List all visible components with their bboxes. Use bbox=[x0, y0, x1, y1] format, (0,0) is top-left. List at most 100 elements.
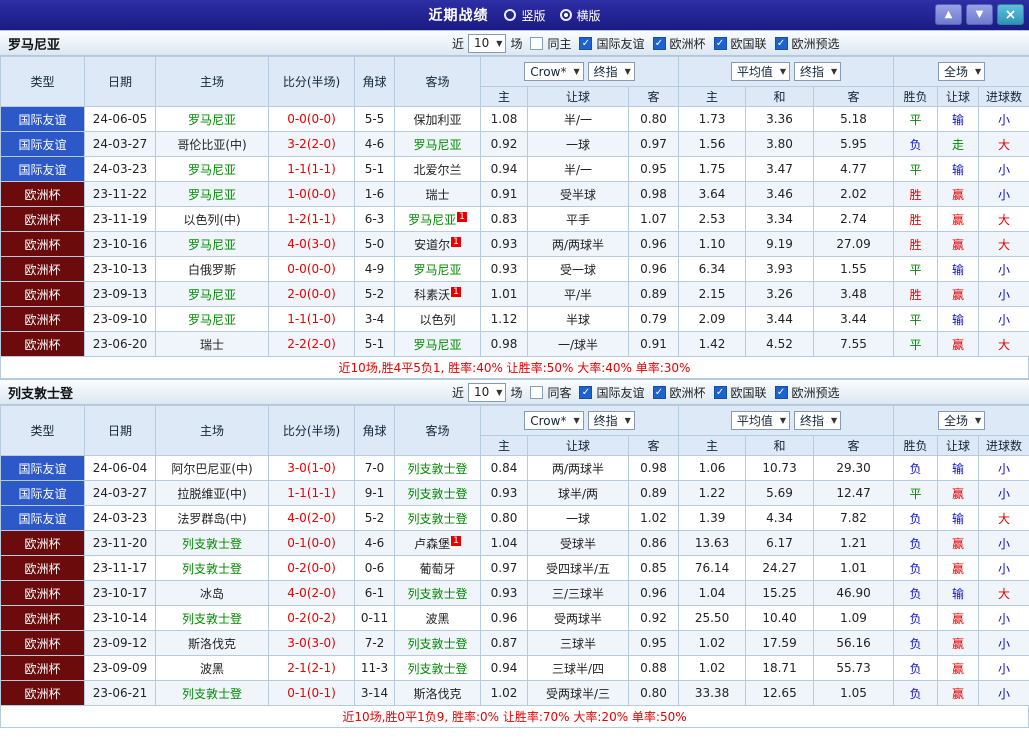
competition-checkbox[interactable] bbox=[579, 36, 593, 50]
home-team-name[interactable]: 冰岛 bbox=[200, 587, 224, 601]
away-team-name[interactable]: 卢森堡 bbox=[414, 537, 450, 551]
scroll-up-button[interactable]: ▲ bbox=[935, 4, 962, 25]
home-team-name[interactable]: 瑞士 bbox=[200, 338, 224, 352]
home-team-name[interactable]: 列支敦士登 bbox=[182, 562, 242, 576]
home-team-name[interactable]: 罗马尼亚 bbox=[188, 238, 236, 252]
avg-source-select[interactable]: 平均值 ▼ bbox=[730, 411, 791, 430]
same-venue-checkbox[interactable] bbox=[530, 385, 544, 399]
handicap-odds-home: 0.93 bbox=[480, 580, 528, 606]
close-button[interactable]: × bbox=[997, 4, 1024, 25]
home-team-name[interactable]: 罗马尼亚 bbox=[188, 313, 236, 327]
layout-radio-horizontal[interactable]: 横版 bbox=[559, 7, 601, 24]
home-team-name[interactable]: 列支敦士登 bbox=[182, 537, 242, 551]
away-team-name[interactable]: 安道尔 bbox=[414, 238, 450, 252]
home-team-name[interactable]: 斯洛伐克 bbox=[188, 637, 236, 651]
layout-radio-vertical[interactable]: 竖版 bbox=[504, 7, 546, 24]
match-count-select[interactable]: 10 ▼ bbox=[468, 382, 507, 402]
handicap-line: 半/一 bbox=[527, 156, 629, 182]
home-team-name[interactable]: 罗马尼亚 bbox=[188, 288, 236, 302]
away-team-name[interactable]: 以色列 bbox=[419, 313, 455, 327]
away-team-cell: 瑞士 bbox=[394, 181, 481, 207]
away-team-name[interactable]: 列支敦士登 bbox=[407, 637, 467, 651]
result-handicap: 输 bbox=[937, 156, 980, 182]
away-team-name[interactable]: 北爱尔兰 bbox=[413, 163, 461, 177]
away-team-name[interactable]: 列支敦士登 bbox=[407, 487, 467, 501]
match-type-badge: 国际友谊 bbox=[0, 156, 85, 182]
away-team-name[interactable]: 罗马尼亚 bbox=[413, 138, 461, 152]
result-outcome: 胜 bbox=[893, 231, 939, 257]
summary-text: 近10场,胜4平5负1, 胜率:40% 让胜率:50% 大率:40% 单率:30… bbox=[338, 361, 691, 375]
home-team-name[interactable]: 哥伦比亚(中) bbox=[177, 138, 246, 152]
handicap-odds-away: 0.92 bbox=[627, 605, 680, 631]
match-date: 23-10-13 bbox=[84, 256, 156, 282]
home-team-name[interactable]: 波黑 bbox=[200, 662, 224, 676]
home-team-name[interactable]: 白俄罗斯 bbox=[188, 263, 236, 277]
result-outcome: 负 bbox=[893, 530, 939, 556]
away-team-name[interactable]: 列支敦士登 bbox=[407, 662, 467, 676]
match-type-badge: 欧洲杯 bbox=[0, 555, 85, 581]
home-team-name[interactable]: 罗马尼亚 bbox=[188, 163, 236, 177]
home-team-name[interactable]: 罗马尼亚 bbox=[188, 188, 236, 202]
avg-odds-draw: 4.52 bbox=[745, 331, 815, 357]
handicap-odds-away: 0.89 bbox=[627, 480, 680, 506]
odds-source-select[interactable]: Crow* ▼ bbox=[524, 411, 584, 430]
competition-checkbox[interactable] bbox=[774, 36, 788, 50]
avg-odds-home: 2.53 bbox=[678, 206, 747, 232]
away-team-name[interactable]: 列支敦士登 bbox=[407, 587, 467, 601]
competition-checkbox[interactable] bbox=[774, 385, 788, 399]
same-venue-checkbox[interactable] bbox=[530, 36, 544, 50]
away-team-name[interactable]: 列支敦士登 bbox=[407, 512, 467, 526]
away-team-name[interactable]: 斯洛伐克 bbox=[413, 687, 461, 701]
result-handicap: 赢 bbox=[937, 680, 980, 706]
team-section: 列支敦士登 近 10 ▼ 场 同客 国际友谊 欧洲杯 欧国联 欧洲预选 bbox=[0, 379, 1029, 728]
corner-count: 3-4 bbox=[354, 306, 395, 332]
match-type-badge: 欧洲杯 bbox=[0, 206, 85, 232]
odds-mode-select[interactable]: 终指 ▼ bbox=[587, 411, 635, 430]
away-team-name[interactable]: 罗马尼亚 bbox=[413, 263, 461, 277]
competition-label: 欧洲预选 bbox=[791, 385, 840, 400]
results-table: 类型 日期 主场 比分(半场) 角球 客场 Crow* ▼ 终指 ▼ 平均值 ▼… bbox=[0, 405, 1029, 706]
avg-mode-select[interactable]: 终指 ▼ bbox=[794, 411, 842, 430]
away-team-name[interactable]: 瑞士 bbox=[425, 188, 449, 202]
scroll-down-button[interactable]: ▼ bbox=[966, 4, 993, 25]
result-goals: 大 bbox=[978, 231, 1029, 257]
home-team-name[interactable]: 列支敦士登 bbox=[182, 612, 242, 626]
away-team-name[interactable]: 罗马尼亚 bbox=[408, 213, 456, 227]
away-team-name[interactable]: 罗马尼亚 bbox=[413, 338, 461, 352]
away-team-name[interactable]: 波黑 bbox=[425, 612, 449, 626]
scope-select[interactable]: 全场 ▼ bbox=[937, 62, 986, 81]
avg-odds-home: 25.50 bbox=[678, 605, 747, 631]
handicap-odds-home: 0.80 bbox=[480, 505, 528, 531]
match-date: 23-06-20 bbox=[84, 331, 156, 357]
home-team-name[interactable]: 法罗群岛(中) bbox=[177, 512, 246, 526]
avg-source-select[interactable]: 平均值 ▼ bbox=[730, 62, 791, 81]
away-team-name[interactable]: 保加利亚 bbox=[413, 113, 461, 127]
competition-checkbox[interactable] bbox=[713, 385, 727, 399]
avg-mode-select[interactable]: 终指 ▼ bbox=[794, 62, 842, 81]
home-team-cell: 罗马尼亚 bbox=[155, 306, 269, 332]
home-team-cell: 罗马尼亚 bbox=[155, 181, 269, 207]
away-team-name[interactable]: 葡萄牙 bbox=[419, 562, 455, 576]
avg-odds-home: 1.42 bbox=[678, 331, 747, 357]
home-team-name[interactable]: 阿尔巴尼亚(中) bbox=[171, 462, 252, 476]
results-table: 类型 日期 主场 比分(半场) 角球 客场 Crow* ▼ 终指 ▼ 平均值 ▼… bbox=[0, 56, 1029, 357]
scope-select[interactable]: 全场 ▼ bbox=[937, 411, 986, 430]
competition-checkbox[interactable] bbox=[713, 36, 727, 50]
odds-mode-select[interactable]: 终指 ▼ bbox=[587, 62, 635, 81]
odds-source-select[interactable]: Crow* ▼ bbox=[524, 62, 584, 81]
away-team-name[interactable]: 科素沃 bbox=[414, 288, 450, 302]
match-count-select[interactable]: 10 ▼ bbox=[468, 33, 507, 53]
home-team-name[interactable]: 列支敦士登 bbox=[182, 687, 242, 701]
away-team-name[interactable]: 列支敦士登 bbox=[407, 462, 467, 476]
home-team-name[interactable]: 罗马尼亚 bbox=[188, 113, 236, 127]
handicap-line: 三/三球半 bbox=[527, 580, 629, 606]
home-team-name[interactable]: 拉脱维亚(中) bbox=[177, 487, 246, 501]
col-header-date: 日期 bbox=[84, 405, 156, 456]
home-team-name[interactable]: 以色列(中) bbox=[183, 213, 240, 227]
away-team-cell: 斯洛伐克 bbox=[394, 680, 481, 706]
competition-checkbox[interactable] bbox=[652, 385, 666, 399]
result-outcome: 胜 bbox=[893, 281, 939, 307]
competition-checkbox[interactable] bbox=[579, 385, 593, 399]
avg-odds-draw: 3.47 bbox=[745, 156, 815, 182]
competition-checkbox[interactable] bbox=[652, 36, 666, 50]
